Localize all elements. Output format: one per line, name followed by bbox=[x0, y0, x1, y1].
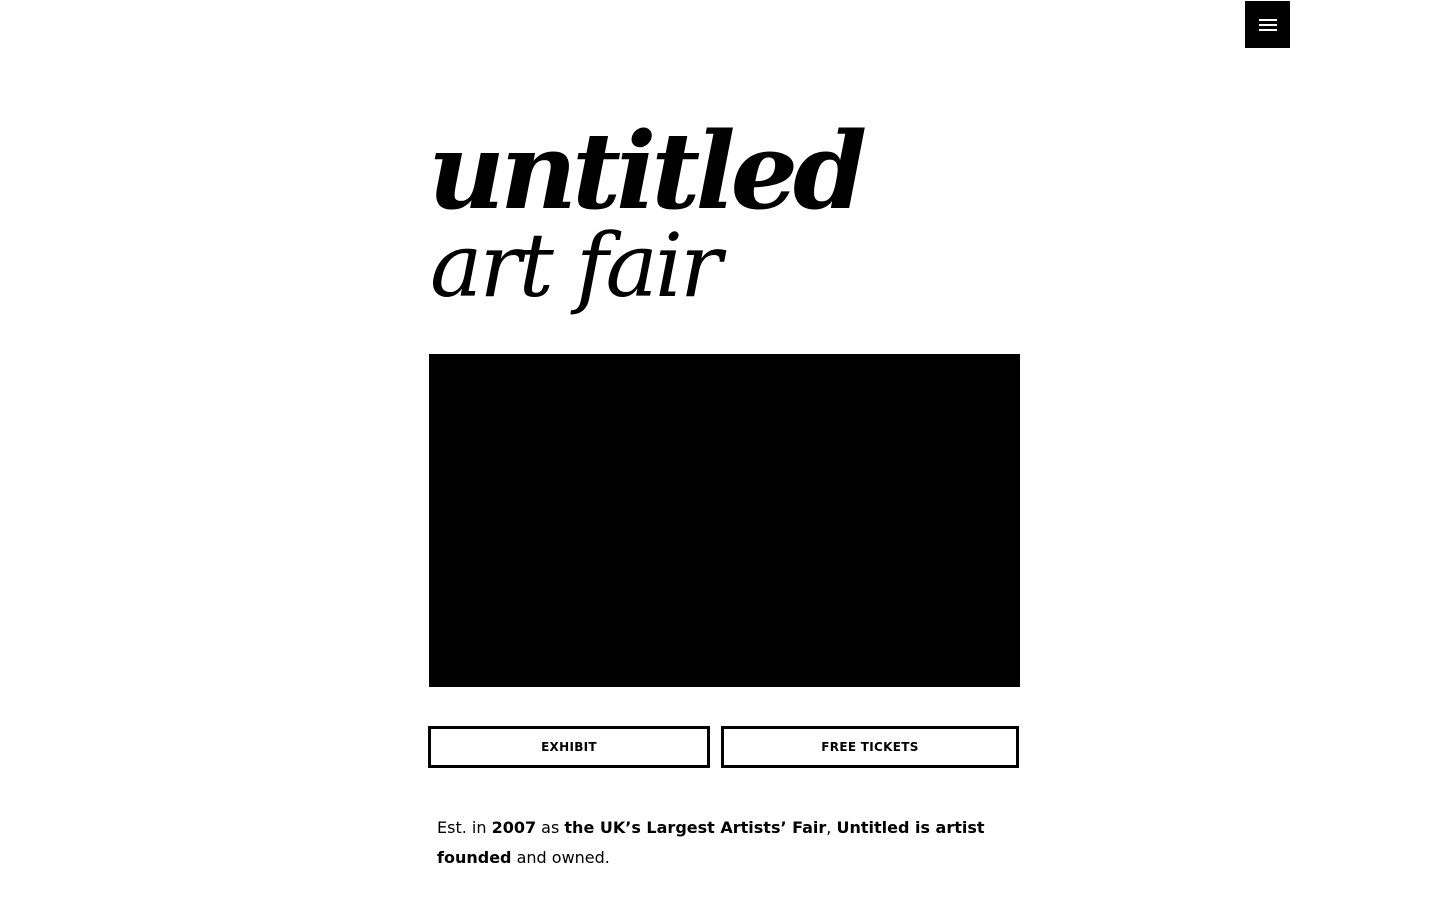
intro-part-2: as bbox=[536, 818, 565, 837]
logo-line-art-fair: art fair bbox=[430, 214, 722, 317]
intro-part-1: Est. in bbox=[437, 818, 492, 837]
intro-part-3: , bbox=[826, 818, 837, 837]
intro-text: Est. in 2007 as the UK’s Largest Artists… bbox=[437, 813, 1017, 873]
intro-year: 2007 bbox=[491, 818, 537, 837]
free-tickets-button[interactable]: FREE TICKETS bbox=[721, 726, 1019, 768]
intro-part-4: and owned. bbox=[511, 848, 610, 867]
exhibit-button[interactable]: EXHIBIT bbox=[428, 726, 710, 768]
logo-line-untitled: untitled bbox=[428, 108, 867, 233]
intro-claim: the UK’s Largest Artists’ Fair bbox=[564, 818, 827, 837]
hero-video[interactable] bbox=[429, 354, 1020, 687]
hamburger-menu-icon bbox=[1258, 18, 1277, 32]
site-logo[interactable]: untitled art fair bbox=[428, 118, 867, 330]
menu-button[interactable] bbox=[1245, 1, 1290, 48]
